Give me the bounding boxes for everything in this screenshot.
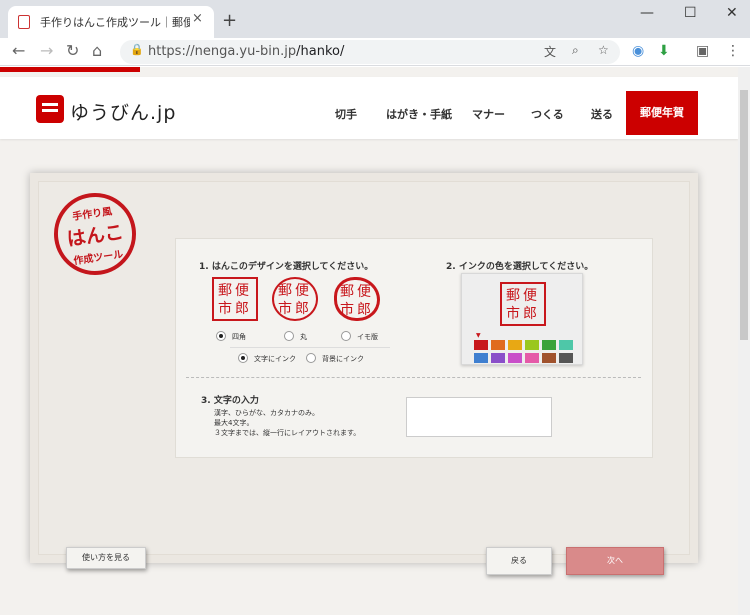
download-icon[interactable]: ⬇ xyxy=(658,43,670,59)
url-text: https://nenga.yu-bin.jp/hanko/ xyxy=(148,44,345,59)
reload-icon: ↻ xyxy=(66,41,80,60)
translate-icon[interactable]: 文 xyxy=(544,43,556,60)
hanko-form: 1. はんこのデザインを選択してください。 郵便市郎 郵便市郎 郵便市郎 四角 … xyxy=(175,238,653,458)
home-icon: ⌂ xyxy=(92,41,103,60)
ink-swatch-9[interactable] xyxy=(508,353,522,363)
section-3-desc-2: 最大4文字。 xyxy=(214,419,254,427)
arrow-right-icon: → xyxy=(40,41,54,60)
section-1-title: 1. はんこのデザインを選択してください。 xyxy=(199,262,374,272)
address-bar[interactable]: 🔒 https://nenga.yu-bin.jp/hanko/ 文 ⌕ ☆ xyxy=(120,40,620,64)
stamp-round-preview[interactable]: 郵便市郎 xyxy=(272,277,318,321)
nav-item-manners[interactable]: マナー xyxy=(472,106,505,122)
close-tab-icon[interactable]: × xyxy=(192,11,203,26)
browser-toolbar: ← → ↻ ⌂ 🔒 https://nenga.yu-bin.jp/hanko/… xyxy=(0,38,750,66)
design-radio-round[interactable] xyxy=(284,331,294,341)
ink-swatch-3[interactable] xyxy=(508,340,522,350)
favicon-icon xyxy=(18,15,30,29)
ink-preview-stamp: 郵便市郎 xyxy=(500,282,546,326)
ink-swatch-7[interactable] xyxy=(474,353,488,363)
ink-swatch-4[interactable] xyxy=(525,340,539,350)
nav-item-stamps[interactable]: 切手 xyxy=(335,106,357,122)
hanko-tool-panel: 手作り風 はんこ 作成ツール 1. はんこのデザインを選択してください。 郵便市… xyxy=(30,173,698,575)
ink-mode-label-text: 文字にインク xyxy=(254,355,296,363)
bookmark-star-icon[interactable]: ☆ xyxy=(598,43,609,57)
ink-mode-radio-text[interactable] xyxy=(238,353,248,363)
ink-swatch-6[interactable] xyxy=(559,340,573,350)
browser-tab[interactable]: 手作りはんこ作成ツール｜郵便年賀 × xyxy=(8,6,214,38)
design-radio-imo[interactable] xyxy=(341,331,351,341)
selected-color-marker-icon: ▼ xyxy=(476,332,481,339)
stamp-chars: 郵便市郎 xyxy=(506,288,540,322)
scrollbar-thumb[interactable] xyxy=(740,90,748,340)
minimize-button[interactable]: — xyxy=(640,5,654,21)
next-step-button[interactable]: 次へ xyxy=(566,547,664,575)
section-3-title: 3. 文字の入力 xyxy=(201,396,259,406)
menu-icon[interactable]: ⋮ xyxy=(726,43,740,59)
chrome-extension-icon[interactable]: ◉ xyxy=(632,43,644,59)
mode-divider xyxy=(230,347,390,348)
section-divider xyxy=(186,377,641,378)
howto-button[interactable]: 使い方を見る xyxy=(66,547,146,569)
profile-icon[interactable]: ▣ xyxy=(696,43,709,59)
ink-mode-label-background: 背景にインク xyxy=(322,355,364,363)
nav-item-send[interactable]: 送る xyxy=(591,106,613,122)
tab-title: 手作りはんこ作成ツール｜郵便年賀 xyxy=(40,16,190,29)
new-tab-button[interactable]: + xyxy=(222,10,237,31)
top-red-bar xyxy=(0,67,140,72)
browser-titlebar: 手作りはんこ作成ツール｜郵便年賀 × + — ☐ ✕ xyxy=(0,0,750,38)
forward-button[interactable]: → xyxy=(40,41,53,60)
nav-item-postcards[interactable]: はがき・手紙 xyxy=(386,106,452,122)
ink-swatch-12[interactable] xyxy=(559,353,573,363)
home-button[interactable]: ⌂ xyxy=(92,41,102,60)
section-3-desc-3: ３文字までは、縦一行にレイアウトされます。 xyxy=(214,429,361,437)
stamp-imo-preview[interactable]: 郵便市郎 xyxy=(334,277,380,321)
arrow-left-icon: ← xyxy=(12,41,26,60)
ink-swatch-5[interactable] xyxy=(542,340,556,350)
ink-mode-radio-background[interactable] xyxy=(306,353,316,363)
section-3-desc-1: 漢字、ひらがな、カタカナのみ。 xyxy=(214,409,319,417)
site-header: ゆうびん.jp 切手 はがき・手紙 マナー つくる 送る 郵便年賀 xyxy=(0,77,738,139)
ink-swatch-10[interactable] xyxy=(525,353,539,363)
reload-button[interactable]: ↻ xyxy=(66,41,79,60)
lock-icon: 🔒 xyxy=(130,43,144,56)
ink-swatch-1[interactable] xyxy=(474,340,488,350)
section-2-title: 2. インクの色を選択してください。 xyxy=(446,262,594,272)
stamp-chars: 郵便市郎 xyxy=(218,283,252,317)
stamp-chars: 郵便市郎 xyxy=(340,284,374,318)
ink-swatch-11[interactable] xyxy=(542,353,556,363)
back-button[interactable]: ← xyxy=(12,41,25,60)
zoom-icon[interactable]: ⌕ xyxy=(572,43,579,58)
nav-item-nenga[interactable]: 郵便年賀 xyxy=(626,91,698,135)
stamp-chars: 郵便市郎 xyxy=(278,283,312,317)
design-label-round: 丸 xyxy=(300,333,307,341)
back-step-button[interactable]: 戻る xyxy=(486,547,552,575)
maximize-button[interactable]: ☐ xyxy=(684,5,697,21)
site-logo-text[interactable]: ゆうびん.jp xyxy=(70,98,176,125)
nav-item-make[interactable]: つくる xyxy=(531,106,564,122)
page-viewport: ゆうびん.jp 切手 はがき・手紙 マナー つくる 送る 郵便年賀 手作り風 は… xyxy=(0,67,738,615)
close-window-button[interactable]: ✕ xyxy=(726,5,738,21)
design-label-square: 四角 xyxy=(232,333,246,341)
ink-color-picker: 郵便市郎 ▼ xyxy=(461,273,583,365)
postal-logo-icon[interactable] xyxy=(36,95,64,123)
design-radio-square[interactable] xyxy=(216,331,226,341)
hanko-text-input[interactable] xyxy=(406,397,552,437)
ink-swatch-2[interactable] xyxy=(491,340,505,350)
ink-swatch-8[interactable] xyxy=(491,353,505,363)
stamp-square-preview[interactable]: 郵便市郎 xyxy=(212,277,258,321)
design-label-imo: イモ版 xyxy=(357,333,378,341)
